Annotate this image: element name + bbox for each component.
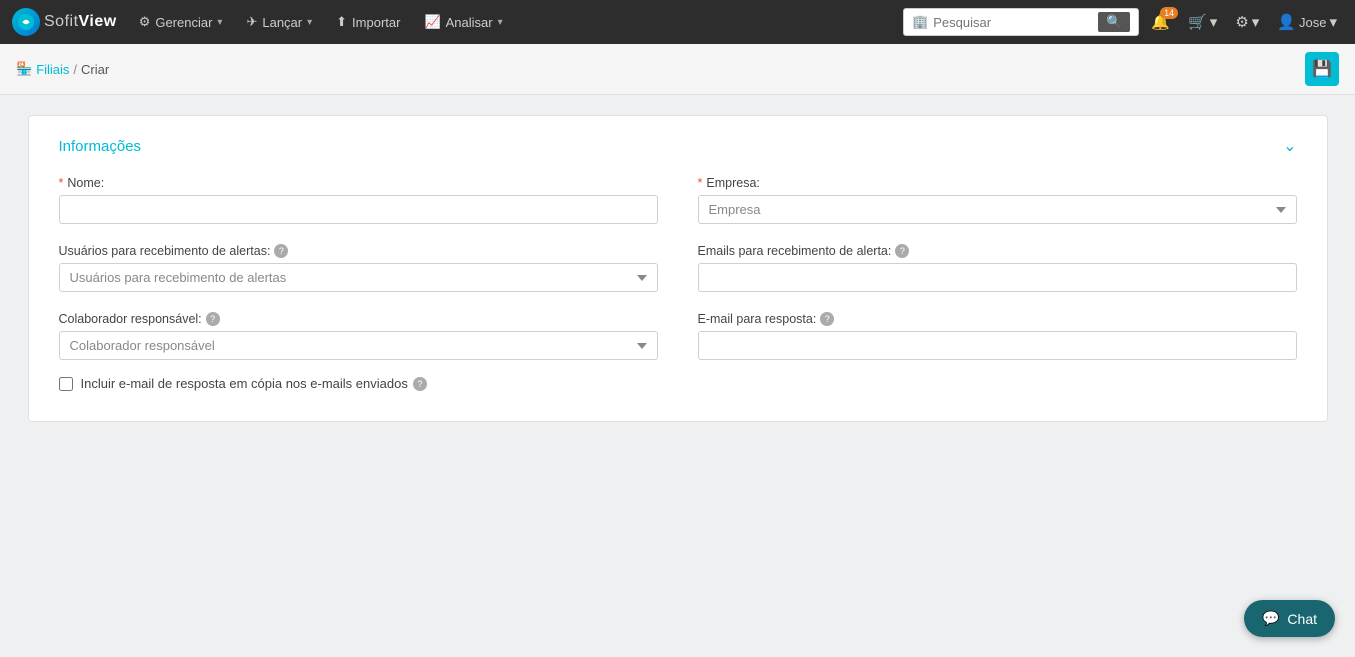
brand: SofitView [12,8,117,36]
user-icon: 👤 [1277,13,1296,31]
nome-label: * Nome: [59,176,658,190]
include-email-help-icon[interactable]: ? [413,377,427,391]
form-group-emails: Emails para recebimento de alerta: ? [698,244,1297,292]
nav-gerenciar[interactable]: ⚙ Gerenciar ▾ [129,8,233,36]
emails-help-icon[interactable]: ? [895,244,909,258]
nome-input[interactable] [59,195,658,224]
settings-button[interactable]: ⚙ ▾ [1229,9,1265,35]
chat-icon: 💬 [1262,610,1279,627]
cart-button[interactable]: 🛒 ▾ [1182,9,1223,35]
form-card: Informações ⌄ * Nome: * Empresa: Empresa [28,115,1328,422]
include-email-label: Incluir e-mail de resposta em cópia nos … [81,376,427,391]
notification-badge: 14 [1160,7,1178,19]
search-button[interactable]: 🔍 [1098,12,1130,32]
usuarios-label: Usuários para recebimento de alertas: ? [59,244,658,258]
nav-lancar[interactable]: ✈ Lançar ▾ [236,8,322,36]
cart-icon: 🛒 [1188,13,1207,31]
save-icon: 💾 [1312,59,1332,79]
nav-importar[interactable]: ⬆ Importar [326,8,410,36]
chevron-down-icon: ▾ [1252,13,1260,31]
breadcrumb: 🏪 Filiais / Criar [16,61,109,77]
empresa-required: * [698,176,703,190]
main-content: Informações ⌄ * Nome: * Empresa: Empresa [0,95,1355,442]
empresa-label: * Empresa: [698,176,1297,190]
card-title: Informações [59,138,142,155]
breadcrumb-separator: / [73,62,77,77]
brand-text: SofitView [44,13,117,31]
form-group-colaborador: Colaborador responsável: ? Colaborador r… [59,312,658,360]
gear-icon: ⚙ [139,14,151,30]
search-box: 🏢 🔍 [903,8,1139,36]
emails-label: Emails para recebimento de alerta: ? [698,244,1297,258]
usuarios-help-icon[interactable]: ? [274,244,288,258]
include-email-checkbox[interactable] [59,377,73,391]
usuarios-select[interactable]: Usuários para recebimento de alertas [59,263,658,292]
nav-analisar[interactable]: 📈 Analisar ▾ [414,8,512,36]
chevron-down-icon: ▾ [1210,13,1218,31]
form-group-email-resposta: E-mail para resposta: ? [698,312,1297,360]
collapse-button[interactable]: ⌄ [1283,136,1296,156]
chart-icon: 📈 [424,14,440,30]
chat-label: Chat [1287,611,1317,627]
user-menu-button[interactable]: 👤 Jose ▾ [1271,9,1343,35]
save-button[interactable]: 💾 [1305,52,1339,86]
breadcrumb-criar: Criar [81,62,109,77]
notification-button[interactable]: 🔔 14 [1145,9,1176,35]
chevron-down-icon: ▾ [217,17,222,28]
email-resposta-input[interactable] [698,331,1297,360]
analisar-label: Analisar [446,15,493,30]
breadcrumb-filiais-link[interactable]: Filiais [36,62,69,77]
chat-button[interactable]: 💬 Chat [1244,600,1335,637]
colaborador-label: Colaborador responsável: ? [59,312,658,326]
import-icon: ⬆ [336,14,347,30]
launch-icon: ✈ [246,14,257,30]
importar-label: Importar [352,15,400,30]
form-group-nome: * Nome: [59,176,658,224]
search-input[interactable] [933,15,1093,30]
empresa-select[interactable]: Empresa [698,195,1297,224]
form-group-usuarios: Usuários para recebimento de alertas: ? … [59,244,658,292]
emails-input[interactable] [698,263,1297,292]
card-header: Informações ⌄ [59,136,1297,156]
settings-icon: ⚙ [1235,13,1248,31]
chevron-down-icon: ▾ [307,17,312,28]
store-icon: 🏪 [16,61,32,77]
form-group-empresa: * Empresa: Empresa [698,176,1297,224]
chevron-down-icon: ▾ [1329,13,1337,31]
form-grid: * Nome: * Empresa: Empresa Usuários para… [59,176,1297,360]
user-label: Jose [1299,15,1326,30]
form-check-area: Incluir e-mail de resposta em cópia nos … [59,376,1297,391]
gerenciar-label: Gerenciar [155,15,212,30]
email-resposta-label: E-mail para resposta: ? [698,312,1297,326]
lancar-label: Lançar [262,15,302,30]
email-resposta-help-icon[interactable]: ? [820,312,834,326]
brand-logo [12,8,40,36]
colaborador-help-icon[interactable]: ? [206,312,220,326]
breadcrumb-bar: 🏪 Filiais / Criar 💾 [0,44,1355,95]
chevron-down-icon: ▾ [498,17,503,28]
building-icon: 🏢 [912,14,928,30]
navbar: SofitView ⚙ Gerenciar ▾ ✈ Lançar ▾ ⬆ Imp… [0,0,1355,44]
colaborador-select[interactable]: Colaborador responsável [59,331,658,360]
navbar-right: 🏢 🔍 🔔 14 🛒 ▾ ⚙ ▾ 👤 Jose ▾ [903,8,1343,36]
nome-required: * [59,176,64,190]
